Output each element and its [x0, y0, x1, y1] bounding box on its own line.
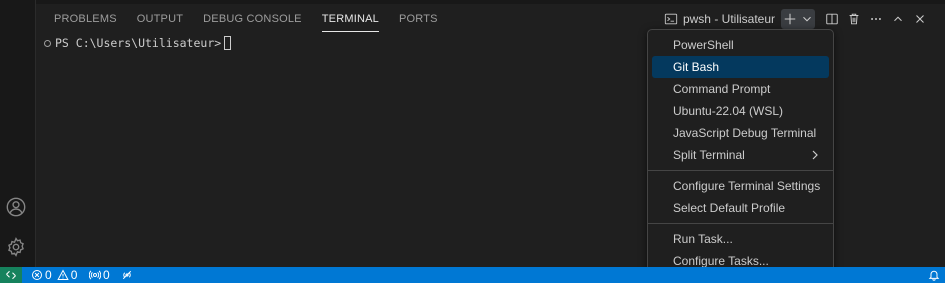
manage-gear-icon[interactable]	[5, 236, 27, 258]
broadcast-off-icon	[122, 270, 132, 280]
plus-icon	[784, 13, 795, 25]
menu-item-configure-terminal-settings[interactable]: Configure Terminal Settings	[652, 175, 829, 197]
menu-separator	[648, 223, 833, 224]
tab-problems[interactable]: PROBLEMS	[54, 13, 117, 32]
new-terminal-group	[781, 9, 815, 29]
chevron-right-icon	[812, 150, 818, 160]
tab-ports[interactable]: PORTS	[399, 13, 438, 32]
chevron-down-icon	[802, 16, 811, 22]
menu-item-split-terminal-label: Split Terminal	[673, 148, 745, 162]
activity-bar	[0, 0, 36, 267]
remote-icon	[6, 270, 16, 280]
close-icon	[916, 15, 924, 23]
panel-actions: pwsh - Utilisateur	[660, 9, 931, 29]
error-count: 0	[45, 268, 52, 282]
status-bar: 0 0 0	[0, 267, 945, 283]
ports-count: 0	[103, 268, 110, 282]
panel-tabs: PROBLEMS OUTPUT DEBUG CONSOLE TERMINAL P…	[54, 13, 458, 32]
menu-item-javascript-debug-terminal[interactable]: JavaScript Debug Terminal	[652, 122, 829, 144]
terminal-cursor	[224, 36, 232, 50]
ports-icon	[89, 270, 101, 280]
ellipsis-icon	[871, 18, 881, 20]
menu-item-select-default-profile[interactable]: Select Default Profile	[652, 197, 829, 219]
menu-item-split-terminal[interactable]: Split Terminal	[652, 144, 829, 166]
kill-terminal-button[interactable]	[843, 9, 865, 29]
terminal-icon	[664, 13, 678, 25]
menu-item-powershell[interactable]: PowerShell	[652, 34, 829, 56]
accounts-icon[interactable]	[5, 196, 27, 218]
maximize-panel-button[interactable]	[887, 9, 909, 29]
new-terminal-button[interactable]	[781, 9, 798, 29]
live-share-status[interactable]	[121, 267, 133, 283]
close-panel-button[interactable]	[909, 9, 931, 29]
warning-icon	[56, 269, 69, 280]
launch-profile-button[interactable]	[798, 9, 815, 29]
split-terminal-button[interactable]	[821, 9, 843, 29]
problems-status[interactable]: 0 0	[31, 267, 77, 283]
terminal-selector[interactable]: pwsh - Utilisateur	[660, 9, 779, 29]
menu-item-git-bash[interactable]: Git Bash	[652, 56, 829, 78]
menu-item-command-prompt[interactable]: Command Prompt	[652, 78, 829, 100]
menu-separator	[648, 170, 833, 171]
menu-item-run-task[interactable]: Run Task...	[652, 228, 829, 250]
menu-item-ubuntu-wsl[interactable]: Ubuntu-22.04 (WSL)	[652, 100, 829, 122]
remote-indicator[interactable]	[0, 267, 22, 283]
terminal-name: pwsh - Utilisateur	[682, 12, 775, 26]
warning-count: 0	[70, 268, 78, 282]
error-icon	[32, 270, 42, 280]
tab-terminal[interactable]: TERMINAL	[321, 13, 379, 32]
command-decoration-icon	[44, 39, 51, 47]
chevron-up-icon	[894, 16, 902, 22]
notifications-status[interactable]	[928, 267, 940, 283]
ports-status[interactable]: 0	[89, 267, 110, 283]
terminal-prompt-line[interactable]: PS C:\Users\Utilisateur>	[44, 36, 232, 50]
terminal-prompt: PS C:\Users\Utilisateur>	[55, 36, 222, 50]
tab-debug-console[interactable]: DEBUG CONSOLE	[203, 13, 302, 32]
trash-icon	[849, 13, 859, 25]
tab-output[interactable]: OUTPUT	[137, 13, 183, 32]
bell-icon	[928, 270, 940, 281]
split-icon	[826, 13, 838, 25]
more-actions-button[interactable]	[865, 9, 887, 29]
panel-border	[36, 0, 945, 4]
launch-profile-menu: PowerShell Git Bash Command Prompt Ubunt…	[647, 29, 834, 274]
